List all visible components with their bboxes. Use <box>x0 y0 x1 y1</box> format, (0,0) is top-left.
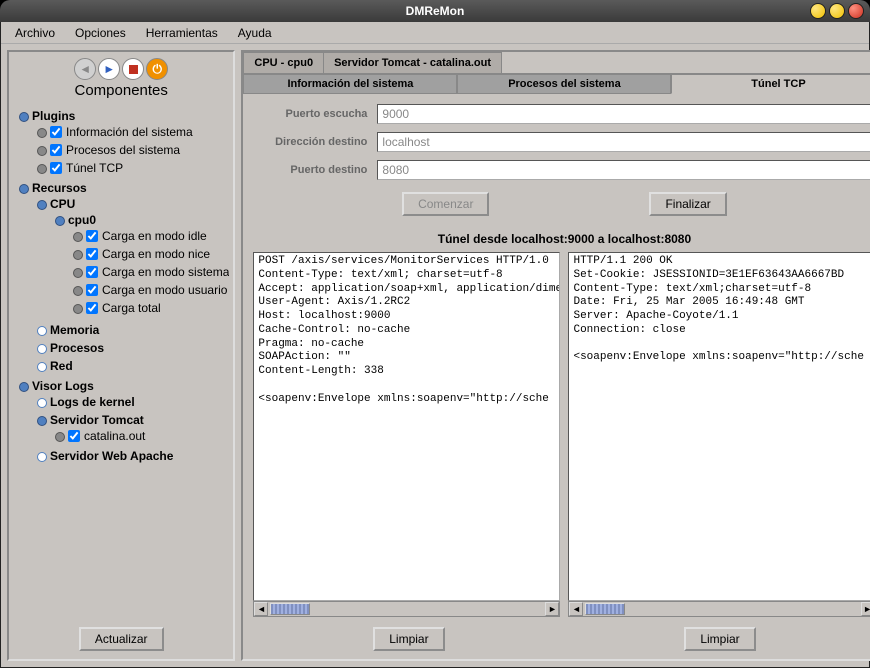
tree-visorlogs[interactable]: Visor Logs <box>32 379 94 393</box>
menubar: Archivo Opciones Herramientas Ayuda <box>1 22 869 44</box>
dest-host-label: Dirección destino <box>257 136 377 148</box>
expand-icon[interactable] <box>55 216 64 225</box>
scroll-right-icon[interactable]: ► <box>545 602 559 616</box>
close-icon[interactable] <box>848 3 864 19</box>
tree-item[interactable]: Carga en modo idle <box>102 229 207 243</box>
nav-fwd-icon[interactable]: ► <box>98 58 120 80</box>
tree-kernel[interactable]: Logs de kernel <box>50 395 135 409</box>
leaf-icon <box>73 286 82 295</box>
tree-cpu0[interactable]: cpu0 <box>68 213 96 227</box>
menu-archivo[interactable]: Archivo <box>7 24 63 42</box>
chk-procesos[interactable] <box>50 144 62 156</box>
tree-procesos[interactable]: Procesos <box>50 341 104 355</box>
tree-red[interactable]: Red <box>50 359 73 373</box>
leaf-icon <box>73 232 82 241</box>
subtab-info[interactable]: Información del sistema <box>243 74 457 94</box>
chk-usuario[interactable] <box>86 284 98 296</box>
main-panel: CPU - cpu0 Servidor Tomcat - catalina.ou… <box>241 50 870 661</box>
chk-tunel[interactable] <box>50 162 62 174</box>
response-log[interactable]: HTTP/1.1 200 OK Set-Cookie: JSESSIONID=3… <box>568 252 870 601</box>
expand-icon[interactable] <box>37 344 46 353</box>
stop-button[interactable]: Finalizar <box>649 192 726 216</box>
nav-back-icon[interactable]: ◄ <box>74 58 96 80</box>
start-button[interactable]: Comenzar <box>402 192 489 216</box>
update-button[interactable]: Actualizar <box>79 627 164 651</box>
tree-apache[interactable]: Servidor Web Apache <box>50 449 173 463</box>
tree-recursos[interactable]: Recursos <box>32 181 87 195</box>
tree-item[interactable]: Información del sistema <box>66 125 193 139</box>
tree-item[interactable]: Carga en modo usuario <box>102 283 227 297</box>
maximize-icon[interactable] <box>829 3 845 19</box>
dest-port-input[interactable] <box>377 160 870 180</box>
scroll-thumb[interactable] <box>585 603 625 615</box>
component-tree: Plugins Información del sistema Procesos… <box>13 107 229 621</box>
window-title: DMReMon <box>0 4 870 18</box>
leaf-icon <box>73 304 82 313</box>
scroll-thumb[interactable] <box>270 603 310 615</box>
clear-response-button[interactable]: Limpiar <box>684 627 755 651</box>
power-icon[interactable]: ⏻ <box>146 58 168 80</box>
expand-icon[interactable] <box>37 416 46 425</box>
sidebar: ◄ ► ⏻ Componentes Plugins Información de… <box>7 50 235 661</box>
tree-memoria[interactable]: Memoria <box>50 323 99 337</box>
expand-icon[interactable] <box>37 362 46 371</box>
leaf-icon <box>73 250 82 259</box>
scroll-right-icon[interactable]: ► <box>861 602 870 616</box>
tab-tomcat[interactable]: Servidor Tomcat - catalina.out <box>323 52 502 73</box>
chk-total[interactable] <box>86 302 98 314</box>
leaf-icon <box>37 146 46 155</box>
leaf-icon <box>73 268 82 277</box>
chk-idle[interactable] <box>86 230 98 242</box>
top-tabs: CPU - cpu0 Servidor Tomcat - catalina.ou… <box>243 52 870 73</box>
menu-herramientas[interactable]: Herramientas <box>138 24 226 42</box>
scrollbar[interactable]: ◄► <box>253 601 560 617</box>
expand-icon[interactable] <box>37 200 46 209</box>
chk-info-sistema[interactable] <box>50 126 62 138</box>
menu-ayuda[interactable]: Ayuda <box>230 24 280 42</box>
leaf-icon <box>37 164 46 173</box>
scroll-left-icon[interactable]: ◄ <box>569 602 583 616</box>
sidebar-title: Componentes <box>13 82 229 99</box>
sub-tabs: Información del sistema Procesos del sis… <box>243 73 870 94</box>
tab-cpu[interactable]: CPU - cpu0 <box>243 52 324 73</box>
listen-port-label: Puerto escucha <box>257 108 377 120</box>
stop-icon[interactable] <box>122 58 144 80</box>
subtab-tunel[interactable]: Túnel TCP <box>671 74 870 94</box>
expand-icon[interactable] <box>19 184 28 193</box>
tree-item[interactable]: catalina.out <box>84 429 145 443</box>
tree-item[interactable]: Carga en modo sistema <box>102 265 229 279</box>
leaf-icon <box>55 432 64 441</box>
request-log[interactable]: POST /axis/services/MonitorServices HTTP… <box>253 252 560 601</box>
titlebar[interactable]: DMReMon <box>0 0 870 22</box>
expand-icon[interactable] <box>37 452 46 461</box>
expand-icon[interactable] <box>37 398 46 407</box>
tunnel-title: Túnel desde localhost:9000 a localhost:8… <box>243 230 870 252</box>
expand-icon[interactable] <box>19 382 28 391</box>
tree-item[interactable]: Carga en modo nice <box>102 247 210 261</box>
dest-port-label: Puerto destino <box>257 164 377 176</box>
expand-icon[interactable] <box>19 112 28 121</box>
chk-sistema[interactable] <box>86 266 98 278</box>
menu-opciones[interactable]: Opciones <box>67 24 134 42</box>
scroll-left-icon[interactable]: ◄ <box>254 602 268 616</box>
clear-request-button[interactable]: Limpiar <box>373 627 444 651</box>
tree-item[interactable]: Procesos del sistema <box>66 143 180 157</box>
expand-icon[interactable] <box>37 326 46 335</box>
leaf-icon <box>37 128 46 137</box>
dest-host-input[interactable] <box>377 132 870 152</box>
listen-port-input[interactable] <box>377 104 870 124</box>
tree-item[interactable]: Carga total <box>102 301 161 315</box>
chk-catalina[interactable] <box>68 430 80 442</box>
tree-plugins[interactable]: Plugins <box>32 109 75 123</box>
tree-cpu[interactable]: CPU <box>50 197 75 211</box>
minimize-icon[interactable] <box>810 3 826 19</box>
scrollbar[interactable]: ◄► <box>568 601 870 617</box>
tree-tomcat[interactable]: Servidor Tomcat <box>50 413 144 427</box>
subtab-procesos[interactable]: Procesos del sistema <box>457 74 671 94</box>
chk-nice[interactable] <box>86 248 98 260</box>
tree-item[interactable]: Túnel TCP <box>66 161 123 175</box>
